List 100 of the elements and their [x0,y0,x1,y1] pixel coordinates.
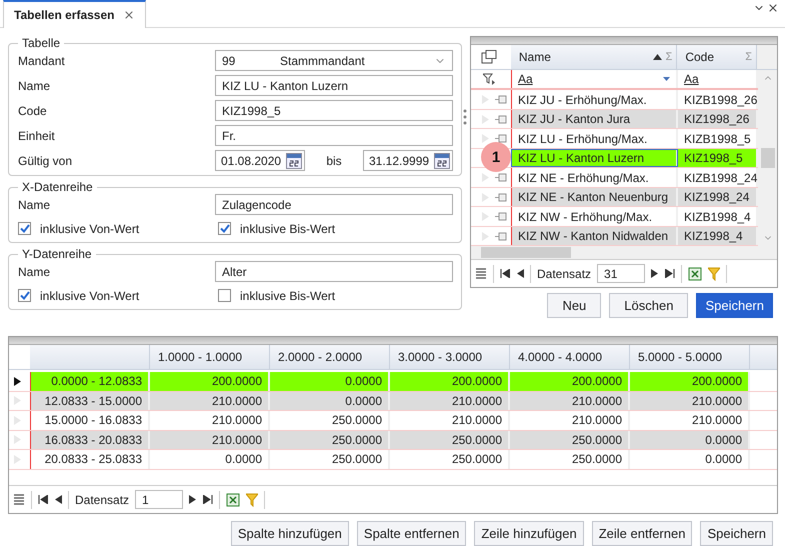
table-cell[interactable]: 250.0000 [270,430,390,449]
last-record-icon[interactable] [203,495,214,504]
pin-icon[interactable] [495,134,507,144]
filter-icon[interactable] [246,492,258,506]
table-cell[interactable]: KIZ NE - Erhöhung/Max. [511,168,678,187]
field-label: Gültig von [18,154,74,168]
action-button[interactable]: Speichern [696,293,773,318]
checkbox-label: inklusive Von-Wert [40,222,140,236]
client-dropdown[interactable]: 99 Stammmandant [215,50,453,72]
table-cell[interactable]: 0.0000 [630,430,750,449]
input-field[interactable]: Alter [215,261,453,282]
splitter-handle[interactable] [463,109,467,126]
table-cell[interactable]: 210.0000 [510,392,630,410]
table-cell[interactable]: 200.0000 [390,372,510,390]
row-header-cell[interactable]: 16.0833 - 20.0833 [30,430,150,449]
calendar-icon[interactable] [286,152,302,169]
action-button[interactable]: Spalte hinzufügen [230,521,349,546]
checkbox-label: inklusive Bis-Wert [240,222,336,236]
action-button[interactable]: Löschen [609,293,688,318]
table-cell[interactable]: KIZ1998_24 [678,188,758,206]
close-icon[interactable] [767,2,779,14]
table-cell[interactable]: KIZ1998_26 [678,110,758,128]
table-cell[interactable]: 210.0000 [630,392,750,410]
table-cell[interactable]: 200.0000 [630,372,750,390]
next-record-icon[interactable] [651,269,660,278]
action-button[interactable]: Speichern [700,521,773,546]
table-cell[interactable]: KIZ JU - Erhöhung/Max. [511,90,678,109]
date-field[interactable]: 01.08.2020 [215,150,305,172]
checkbox[interactable] [18,289,31,302]
document-tab[interactable]: Tabellen erfassen [3,0,146,28]
column-header[interactable]: 4.0000 - 4.0000 [510,345,630,369]
column-header[interactable]: Name Σ [510,45,678,70]
column-header[interactable]: 2.0000 - 2.0000 [270,345,390,369]
table-cell[interactable]: KIZ1998_5 [678,148,758,168]
pin-icon[interactable] [495,212,507,222]
table-cell[interactable]: 210.0000 [150,430,270,449]
close-icon[interactable] [122,9,134,22]
spreadsheet-export-icon[interactable] [226,492,240,506]
table-cell[interactable]: 210.0000 [150,392,270,410]
column-chooser-icon[interactable] [480,50,497,64]
previous-record-icon[interactable] [54,495,62,504]
checkbox[interactable] [218,289,231,302]
field-label: Name [18,78,52,93]
action-button[interactable]: Spalte entfernen [356,521,466,546]
action-button[interactable]: Zeile hinzufügen [474,521,584,546]
record-field[interactable]: 31 [597,264,646,284]
table-cell[interactable]: 200.0000 [510,372,630,390]
checkbox[interactable] [218,222,231,236]
next-record-icon[interactable] [189,495,198,504]
table-cell[interactable]: KIZ LU - Erhöhung/Max. [511,129,678,148]
grid-menu-icon[interactable] [13,492,25,506]
vertical-scrollbar[interactable] [758,70,777,246]
table-cell[interactable]: KIZ NE - Kanton Neuenburg [511,188,678,206]
table-cell[interactable]: 250.0000 [510,430,630,449]
pin-icon[interactable] [495,114,507,124]
row-header-cell[interactable]: 0.0000 - 12.0833 [30,372,150,390]
first-record-icon[interactable] [38,495,48,504]
action-button[interactable]: Zeile entfernen [592,521,692,546]
table-cell[interactable]: 0.0000 [270,392,390,410]
table-cell[interactable]: 200.0000 [150,372,270,390]
filter-row-icon[interactable] [483,73,495,86]
column-header[interactable]: 1.0000 - 1.0000 [150,345,270,369]
row-header-cell[interactable]: 20.0833 - 25.0833 [30,450,150,468]
table-cell[interactable]: KIZ JU - Kanton Jura [511,110,678,128]
scroll-thumb[interactable] [481,247,571,258]
column-header[interactable]: 5.0000 - 5.0000 [630,345,750,369]
record-field[interactable]: 1 [135,490,184,509]
pin-icon[interactable] [495,232,507,241]
first-record-icon[interactable] [500,269,510,278]
header-corner [757,45,777,70]
pin-icon[interactable] [495,192,507,202]
table-cell[interactable]: 250.0000 [390,430,510,449]
pin-icon[interactable] [495,173,507,182]
input-field[interactable]: Fr. [215,125,453,146]
calendar-icon[interactable] [434,152,450,169]
checkbox[interactable] [18,222,31,236]
spreadsheet-export-icon[interactable] [688,266,702,281]
previous-record-icon[interactable] [516,269,524,278]
grid-menu-icon[interactable] [475,266,487,281]
input-field[interactable]: KIZ1998_5 [215,100,453,122]
table-cell[interactable]: KIZ LU - Kanton Luzern [511,148,678,168]
row-header-cell[interactable]: 12.0833 - 15.0000 [30,392,150,410]
scroll-thumb[interactable] [760,148,774,168]
table-cell[interactable]: 210.0000 [390,392,510,410]
table-cell[interactable]: 0.0000 [270,372,390,390]
row-header-cell[interactable]: 15.0000 - 16.0833 [30,411,150,430]
column-header[interactable]: 3.0000 - 3.0000 [390,345,510,369]
table-cell[interactable]: KIZ1998_4 [678,226,758,246]
date-field[interactable]: 31.12.9999 [363,150,453,172]
pin-icon[interactable] [495,95,507,104]
last-record-icon[interactable] [665,269,676,278]
table-cell[interactable]: KIZ NW - Kanton Nidwalden [511,226,678,246]
input-field[interactable]: Zulagencode [215,194,453,216]
filter-field[interactable]: Aa [511,70,678,88]
filter-icon[interactable] [708,266,720,281]
horizontal-scrollbar[interactable] [471,246,777,260]
table-cell[interactable]: KIZ NW - Erhöhung/Max. [511,207,678,226]
input-field[interactable]: KIZ LU - Kanton Luzern [215,75,453,96]
field-label: Einheit [18,128,56,143]
action-button[interactable]: Neu [547,293,602,318]
